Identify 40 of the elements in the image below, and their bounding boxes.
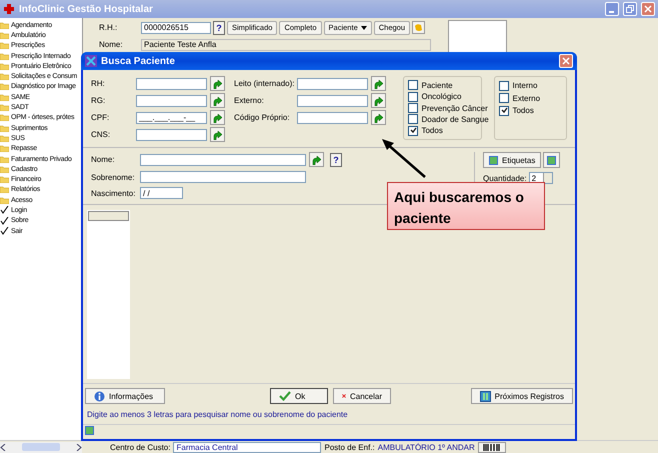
rh-field[interactable]: 0000026515: [141, 22, 211, 34]
field-label: Código Próprio:: [234, 113, 291, 122]
checkbox-label: Externo: [512, 94, 540, 103]
field-label: CNS:: [91, 130, 112, 139]
help-button[interactable]: ?: [330, 152, 342, 166]
quantity-label: Quantidade:: [483, 174, 527, 182]
checkbox-label: Doador de Sangue: [421, 114, 489, 124]
dialog-button[interactable]: Próximos Registros: [470, 388, 573, 404]
field-label: Nascimento:: [91, 188, 136, 198]
field-label: RH:: [91, 79, 106, 88]
checkbox-label: Todos: [512, 106, 534, 116]
field-label: CPF:: [91, 113, 110, 122]
checkbox-label: Prevenção Câncer: [421, 104, 488, 113]
dialog-button[interactable]: Cancelar: [333, 388, 391, 404]
field-label: Sobrenome:: [91, 172, 136, 182]
checkbox-label: Paciente: [421, 80, 453, 90]
window-title: InfoClinic Gestão Hospitalar: [19, 4, 153, 14]
rh-label: R.H.:: [99, 23, 118, 32]
help-button[interactable]: ?: [213, 20, 225, 34]
input-field[interactable]: ___.___.___-__: [136, 112, 207, 124]
post-value: AMBULATÓRIO 1º ANDAR: [378, 442, 475, 452]
field-label: RG:: [91, 96, 106, 105]
dialog-button[interactable]: Ok: [270, 388, 328, 404]
cost-center-dropdown[interactable]: Farmacia Central: [173, 442, 322, 452]
post-label: Posto de Enf.:: [324, 442, 375, 452]
field-label: Externo:: [234, 96, 265, 105]
name-label: Nome:: [99, 40, 124, 49]
field-label: Nome:: [91, 155, 116, 164]
cost-center-label: Centro de Custo:: [110, 442, 170, 452]
checkbox-label: Interno: [512, 81, 538, 90]
dialog-title: Busca Paciente: [101, 56, 175, 66]
checkbox-label: Oncológico: [421, 92, 462, 102]
name-field: Paciente Teste Anfla: [141, 38, 431, 50]
labels-button[interactable]: Etiquetas: [483, 152, 542, 168]
dialog-button[interactable]: Informações: [85, 388, 165, 404]
callout: Aqui buscaremos o paciente: [387, 182, 545, 230]
field-label: Leito (internado):: [234, 79, 294, 88]
checkbox-label: Todos: [421, 126, 443, 136]
date-field[interactable]: / /: [140, 187, 183, 199]
hint-text: Digite ao menos 3 letras para pesquisar nome ou sobrenome do paciente: [83, 408, 575, 425]
